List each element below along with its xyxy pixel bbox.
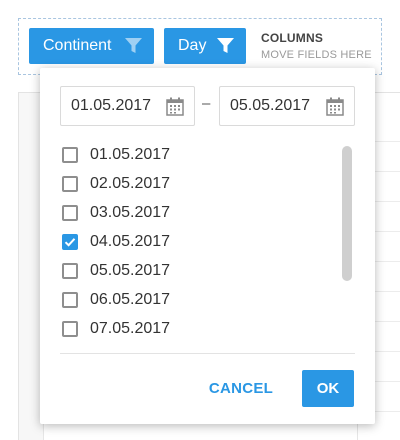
- list-item[interactable]: 02.05.2017: [60, 169, 340, 198]
- checkbox-checked[interactable]: [62, 233, 78, 250]
- ok-button[interactable]: OK: [302, 370, 354, 407]
- list-item-label: 07.05.2017: [90, 319, 171, 337]
- checkbox[interactable]: [62, 175, 78, 192]
- checkbox[interactable]: [62, 146, 78, 163]
- day-field-chip[interactable]: Day: [164, 28, 246, 64]
- date-filter-popup: 01.05.2017 – 05.05.2017 01.05.2017 02.05…: [40, 68, 375, 424]
- date-from-value: 01.05.2017: [71, 97, 152, 114]
- checkmark-icon: [64, 237, 76, 247]
- date-checkbox-list: 01.05.2017 02.05.2017 03.05.2017 04.05.2…: [60, 140, 340, 343]
- list-item[interactable]: 03.05.2017: [60, 198, 340, 227]
- checkbox[interactable]: [62, 204, 78, 221]
- list-item[interactable]: 06.05.2017: [60, 285, 340, 314]
- columns-hint: MOVE FIELDS HERE: [261, 49, 372, 61]
- list-item-label: 02.05.2017: [90, 174, 171, 192]
- checkbox[interactable]: [62, 262, 78, 279]
- list-scrollbar[interactable]: [342, 146, 352, 281]
- list-item-label: 05.05.2017: [90, 261, 171, 279]
- list-item-label: 04.05.2017: [90, 232, 171, 250]
- calendar-icon[interactable]: [326, 97, 344, 116]
- cancel-button[interactable]: CANCEL: [202, 370, 280, 406]
- columns-title: COLUMNS: [261, 31, 324, 45]
- list-item-label: 01.05.2017: [90, 145, 171, 163]
- date-from-input[interactable]: 01.05.2017: [60, 86, 195, 126]
- checkbox[interactable]: [62, 320, 78, 337]
- list-item[interactable]: 07.05.2017: [60, 314, 340, 343]
- divider: [60, 353, 355, 354]
- filter-icon[interactable]: [125, 38, 142, 54]
- list-item-label: 06.05.2017: [90, 290, 171, 308]
- date-to-input[interactable]: 05.05.2017: [219, 86, 355, 126]
- range-separator: –: [202, 95, 211, 112]
- list-item[interactable]: 05.05.2017: [60, 256, 340, 285]
- chip-label: Day: [178, 37, 207, 54]
- chip-label: Continent: [43, 37, 112, 54]
- list-item[interactable]: 04.05.2017: [60, 227, 340, 256]
- date-to-value: 05.05.2017: [230, 97, 311, 114]
- list-item[interactable]: 01.05.2017: [60, 140, 340, 169]
- continent-field-chip[interactable]: Continent: [29, 28, 154, 64]
- filter-icon[interactable]: [217, 38, 234, 54]
- list-item-label: 03.05.2017: [90, 203, 171, 221]
- checkbox[interactable]: [62, 291, 78, 308]
- calendar-icon[interactable]: [166, 97, 184, 116]
